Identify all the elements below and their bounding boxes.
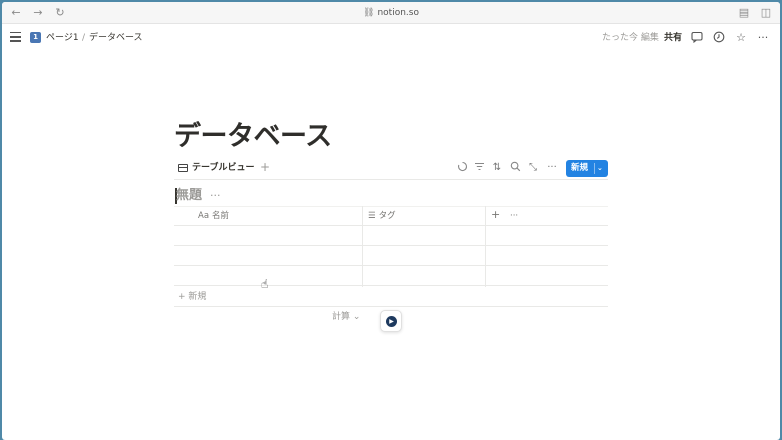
- edited-status: たった今 編集: [602, 33, 659, 43]
- breadcrumb-current[interactable]: データベース: [89, 30, 143, 46]
- column-divider: [485, 206, 486, 226]
- add-view-button[interactable]: +: [260, 160, 270, 174]
- view-more-icon[interactable]: ···: [545, 161, 559, 175]
- new-button-divider: [594, 163, 595, 174]
- clock-icon[interactable]: [712, 31, 726, 45]
- browser-toolbar: ← → ↻ ⛓ notion.so ▤ ◫: [2, 2, 780, 24]
- table-icon: [178, 164, 188, 172]
- column-header-tag[interactable]: ☰ タグ: [368, 210, 396, 223]
- breadcrumb-page[interactable]: ページ1: [46, 30, 79, 46]
- more-icon[interactable]: ···: [756, 31, 770, 45]
- sort-icon[interactable]: ⇅: [490, 161, 504, 175]
- breadcrumb-separator: /: [82, 33, 86, 43]
- extension-badge[interactable]: ▶: [380, 310, 402, 332]
- extension-icon: ▶: [386, 316, 397, 327]
- column-divider: [362, 226, 363, 287]
- new-button-label: 新規: [571, 163, 589, 173]
- table-row[interactable]: [174, 266, 608, 286]
- reader-icon[interactable]: ▤: [736, 5, 752, 21]
- add-column-button[interactable]: +: [491, 208, 500, 221]
- sidebar-toggle-icon[interactable]: ◫: [758, 5, 774, 21]
- database-title[interactable]: 無題: [176, 187, 202, 205]
- tab-label: テーブルビュー: [192, 163, 255, 173]
- page-title[interactable]: データベース: [174, 119, 332, 155]
- address-bar[interactable]: ⛓ notion.so: [2, 6, 780, 20]
- hand-cursor-icon: ☝: [261, 277, 269, 291]
- automation-icon[interactable]: [455, 161, 469, 177]
- column-label: タグ: [378, 211, 396, 221]
- chevron-down-icon[interactable]: ⌄: [597, 160, 603, 177]
- filter-icon[interactable]: [472, 161, 486, 177]
- table-header: Aa 名前 ☰ タグ + ···: [174, 206, 608, 226]
- column-divider: [362, 206, 363, 226]
- notion-topbar: 1 ページ1 / データベース たった今 編集 共有 ☆ ···: [2, 24, 780, 52]
- column-more-button[interactable]: ···: [510, 210, 518, 223]
- database-more-button[interactable]: ···: [210, 188, 221, 204]
- column-divider: [485, 226, 486, 287]
- browser-window: ← → ↻ ⛓ notion.so ▤ ◫ 1 ページ1 / データベース たった…: [2, 2, 780, 440]
- menu-icon[interactable]: [10, 32, 21, 42]
- tab-table-view[interactable]: テーブルビュー: [178, 161, 254, 175]
- table-row[interactable]: [174, 226, 608, 246]
- search-icon[interactable]: [508, 161, 522, 177]
- new-button[interactable]: 新規 ⌄: [566, 160, 608, 177]
- multiselect-property-icon: ☰: [368, 211, 376, 221]
- column-label: 名前: [212, 211, 230, 221]
- comment-icon[interactable]: [690, 31, 704, 45]
- share-button[interactable]: 共有: [664, 30, 682, 46]
- column-header-name[interactable]: Aa 名前: [198, 210, 229, 223]
- expand-icon[interactable]: ⤡: [526, 161, 540, 175]
- text-property-icon: Aa: [198, 211, 210, 221]
- star-icon[interactable]: ☆: [734, 31, 748, 45]
- table-row[interactable]: [174, 246, 608, 266]
- calculate-button[interactable]: 計算 ⌄: [332, 311, 360, 323]
- page-icon: 1: [30, 32, 41, 43]
- table-footer-divider: [174, 306, 608, 307]
- link-icon: ⛓: [363, 8, 375, 18]
- view-toolbar: テーブルビュー + ⇅ ⤡ ··· 新規 ⌄: [174, 158, 608, 180]
- add-row-button[interactable]: + 新規: [178, 291, 206, 303]
- url-text: notion.so: [377, 8, 419, 18]
